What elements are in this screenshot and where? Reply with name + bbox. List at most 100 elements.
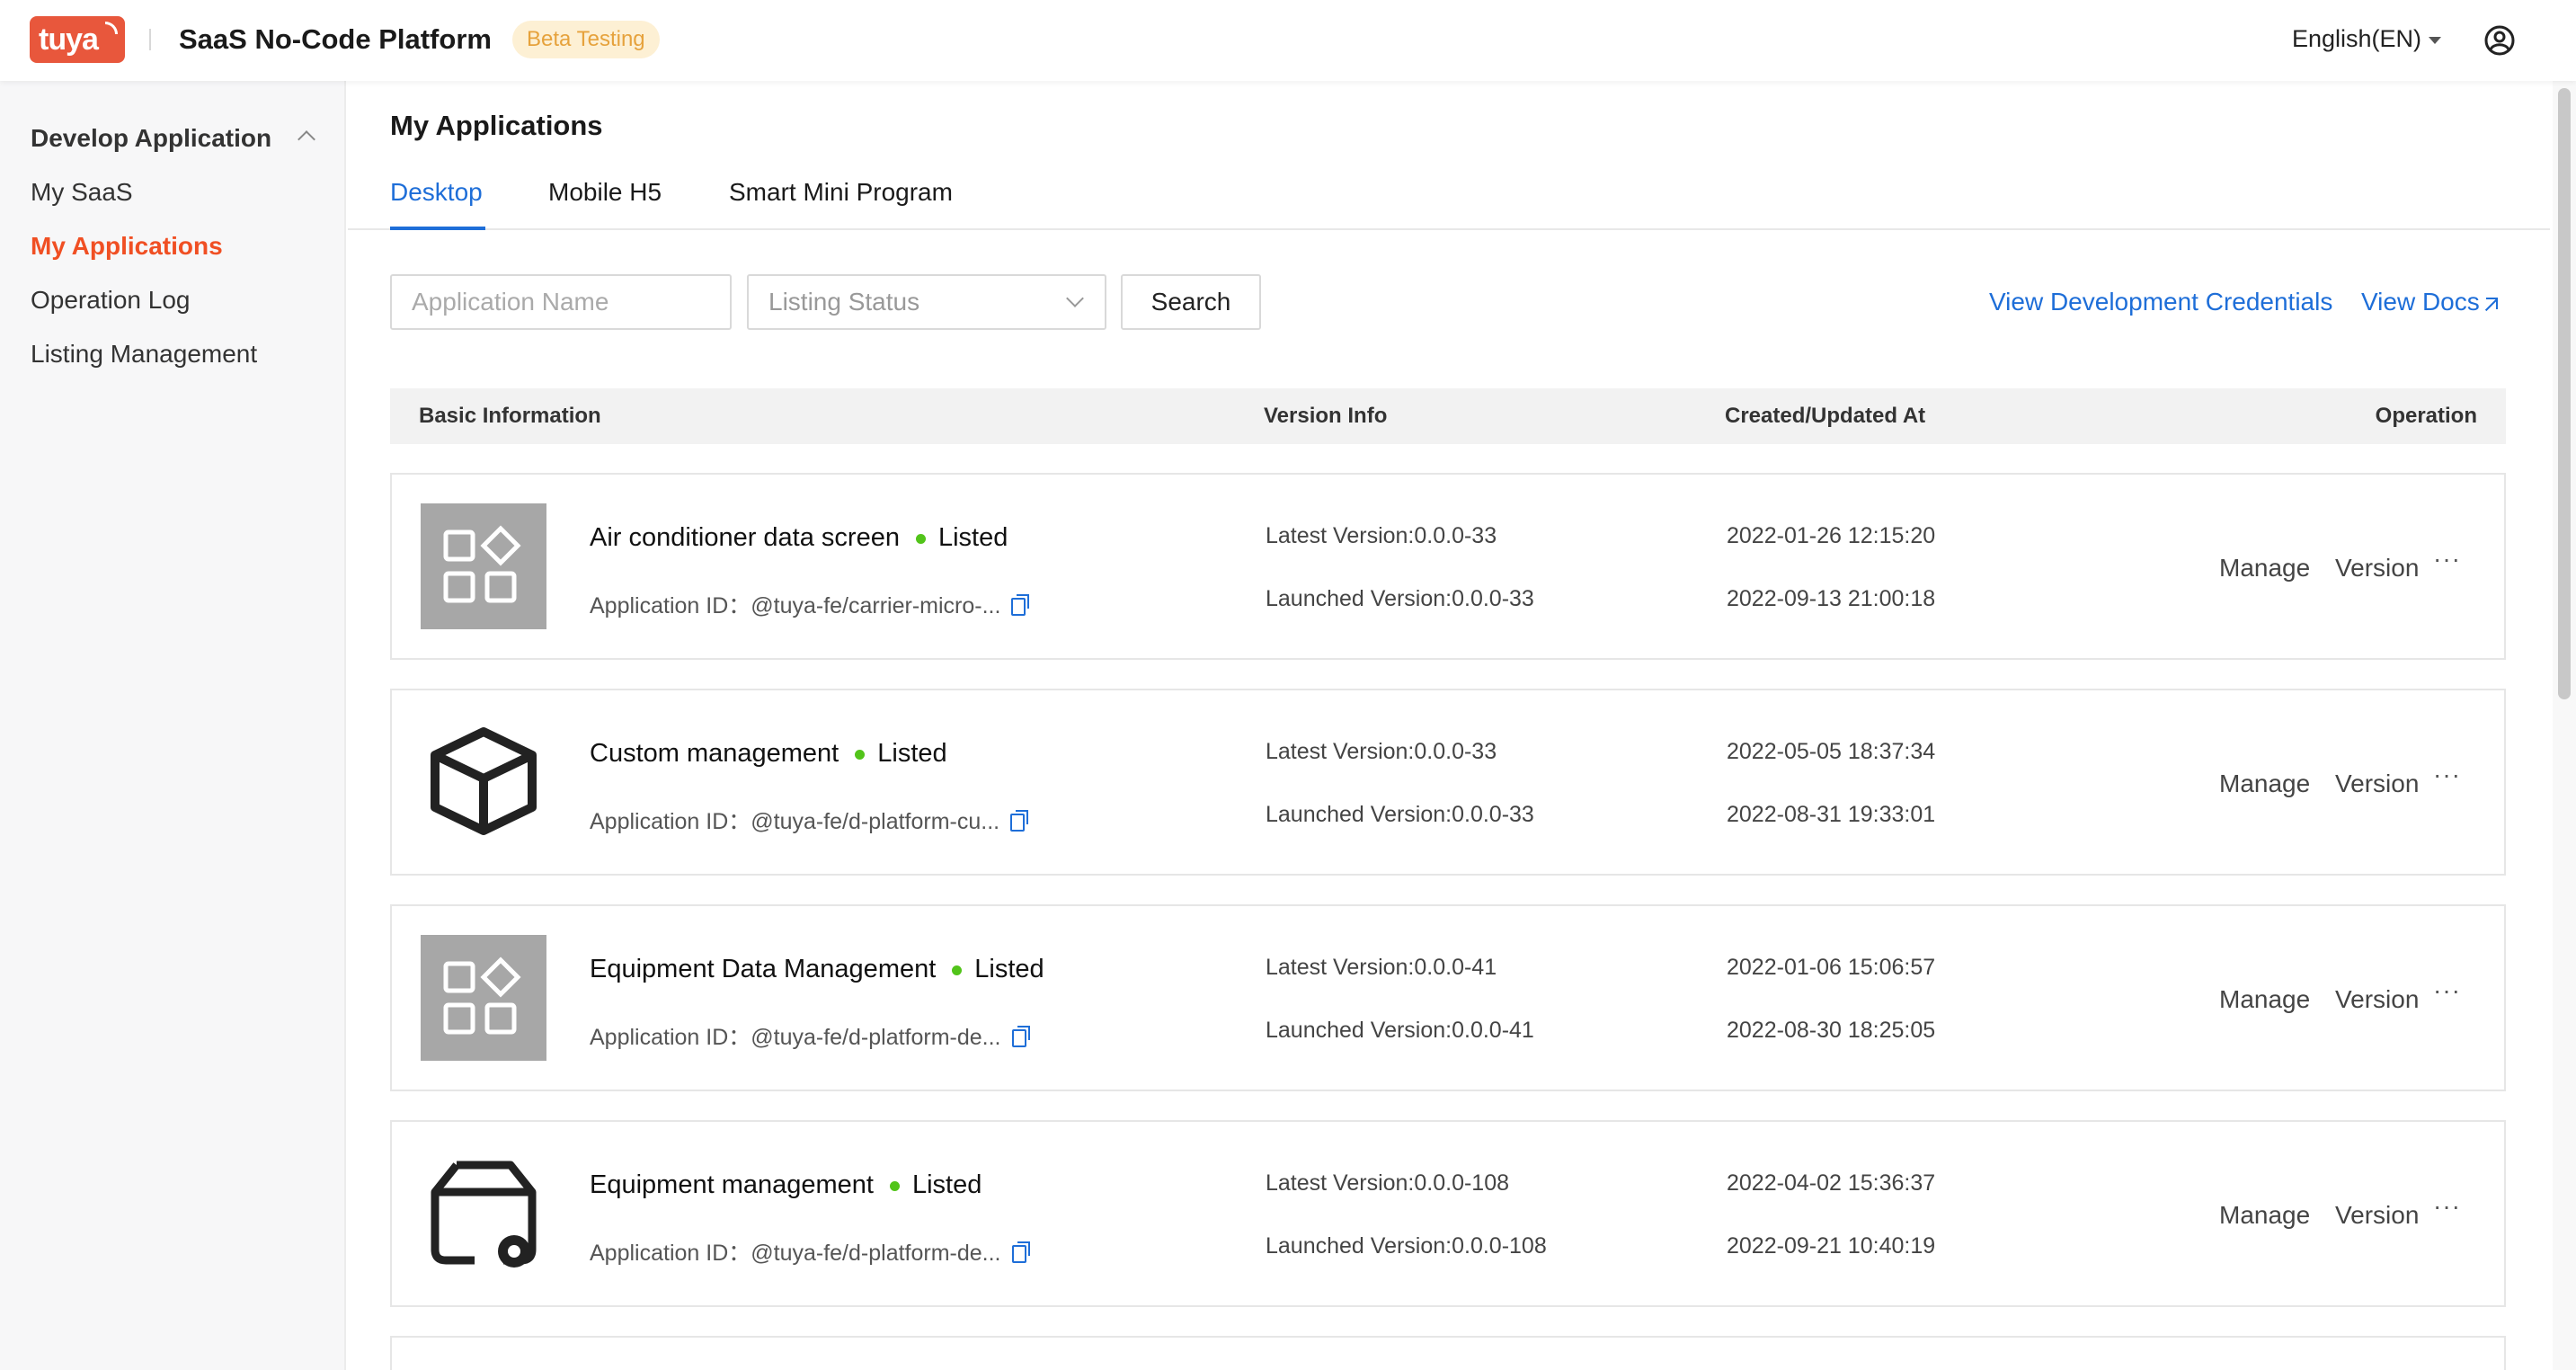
created-at: 2022-01-26 12:15:20 <box>1727 523 1936 548</box>
status-label: Listed <box>974 955 1044 983</box>
top-header: tuya SaaS No-Code Platform Beta Testing … <box>0 0 2576 81</box>
latest-version: Latest Version:0.0.0-108 <box>1266 1170 1510 1196</box>
status-dot <box>915 533 926 544</box>
application-name-input[interactable] <box>390 274 732 330</box>
more-actions-icon[interactable]: ··· <box>2433 761 2461 789</box>
device-settings-icon <box>421 1151 546 1277</box>
main-content: My Applications Desktop Mobile H5 Smart … <box>348 81 2550 1370</box>
header-divider <box>149 29 151 50</box>
table-row: Equipment Data Management Listed Applicat… <box>390 904 2506 1091</box>
more-actions-icon[interactable]: ··· <box>2433 976 2461 1005</box>
view-docs-link[interactable]: View Docs <box>2361 288 2498 316</box>
status-label: Listed <box>911 1170 982 1199</box>
application-name: Air conditioner data screen Listed <box>590 523 1008 553</box>
search-button[interactable]: Search <box>1121 274 1261 330</box>
updated-at: 2022-08-30 18:25:05 <box>1727 1018 1936 1043</box>
cube-icon <box>421 719 546 845</box>
chevron-down-icon <box>1066 289 1084 307</box>
application-name: Custom management Listed <box>590 739 947 769</box>
launched-version: Launched Version:0.0.0-33 <box>1266 586 1534 611</box>
app-name-text: Equipment management <box>590 1170 874 1199</box>
external-link-icon <box>2485 298 2498 310</box>
copy-icon[interactable] <box>1011 1241 1030 1264</box>
page-title: My Applications <box>390 110 603 141</box>
manage-button[interactable]: Manage <box>2219 554 2310 583</box>
manage-button[interactable]: Manage <box>2219 770 2310 798</box>
column-header-basic-information: Basic Information <box>419 404 601 428</box>
table-header: Basic Information Version Info Created/U… <box>390 388 2506 444</box>
language-selector[interactable]: English(EN) <box>2292 25 2442 53</box>
status-dot <box>855 749 866 760</box>
copy-icon[interactable] <box>1010 810 1029 832</box>
scrollbar-thumb[interactable] <box>2558 88 2571 699</box>
view-development-credentials-link[interactable]: View Development Credentials <box>1989 288 2332 316</box>
version-button[interactable]: Version <box>2335 985 2419 1014</box>
more-actions-icon[interactable]: ··· <box>2433 545 2461 574</box>
app-id-text: Application ID：@tuya-fe/d-platform-cu... <box>590 809 1000 834</box>
wifi-icon <box>105 22 118 34</box>
app-name-text: Custom management <box>590 739 839 768</box>
app-id-text: Application ID：@tuya-fe/d-platform-de... <box>590 1025 1001 1050</box>
user-account-icon[interactable] <box>2484 25 2515 56</box>
sidebar: Develop Application My SaaS My Applicati… <box>0 81 346 1370</box>
version-button[interactable]: Version <box>2335 554 2419 583</box>
status-dot <box>889 1180 900 1191</box>
language-label: English(EN) <box>2292 25 2422 52</box>
launched-version: Launched Version:0.0.0-33 <box>1266 802 1534 827</box>
status-label: Listed <box>877 739 947 768</box>
sidebar-group-label: Develop Application <box>31 124 272 152</box>
copy-icon[interactable] <box>1011 1026 1030 1048</box>
tuya-logo[interactable]: tuya <box>30 16 125 63</box>
application-id: Application ID：@tuya-fe/carrier-micro-..… <box>590 588 1030 620</box>
launched-version: Launched Version:0.0.0-108 <box>1266 1233 1547 1259</box>
column-header-version-info: Version Info <box>1264 404 1388 428</box>
tab-smart-mini-program[interactable]: Smart Mini Program <box>729 178 953 207</box>
app-id-text: Application ID：@tuya-fe/d-platform-de... <box>590 1241 1001 1266</box>
manage-button[interactable]: Manage <box>2219 1201 2310 1230</box>
version-button[interactable]: Version <box>2335 1201 2419 1230</box>
updated-at: 2022-09-13 21:00:18 <box>1727 586 1936 611</box>
app-name-text: Air conditioner data screen <box>590 523 900 552</box>
sidebar-group-develop-application[interactable]: Develop Application <box>31 124 316 153</box>
apps-grid-icon <box>421 503 546 629</box>
column-header-created-updated: Created/Updated At <box>1725 404 1926 428</box>
manage-button[interactable]: Manage <box>2219 985 2310 1014</box>
view-docs-label: View Docs <box>2361 288 2480 316</box>
sidebar-item-listing-management[interactable]: Listing Management <box>31 340 257 369</box>
application-id: Application ID：@tuya-fe/d-platform-de... <box>590 1235 1030 1268</box>
table-row: Equipment management Listed Application I… <box>390 1120 2506 1307</box>
launched-version: Launched Version:0.0.0-41 <box>1266 1018 1534 1043</box>
column-header-operation: Operation <box>2375 404 2477 428</box>
tab-desktop[interactable]: Desktop <box>390 178 483 207</box>
status-label: Listed <box>937 523 1008 552</box>
sidebar-item-operation-log[interactable]: Operation Log <box>31 286 190 315</box>
created-at: 2022-05-05 18:37:34 <box>1727 739 1936 764</box>
caret-down-icon <box>2429 36 2442 44</box>
listing-status-select[interactable]: Listing Status <box>747 274 1106 330</box>
latest-version: Latest Version:0.0.0-33 <box>1266 523 1497 548</box>
sidebar-item-my-applications[interactable]: My Applications <box>31 232 223 261</box>
platform-title: SaaS No-Code Platform <box>179 23 492 55</box>
logo-text: tuya <box>39 22 99 57</box>
application-id: Application ID：@tuya-fe/d-platform-de... <box>590 1019 1030 1052</box>
listing-status-placeholder: Listing Status <box>768 288 920 316</box>
created-at: 2022-01-06 15:06:57 <box>1727 955 1936 980</box>
latest-version: Latest Version:0.0.0-33 <box>1266 739 1497 764</box>
copy-icon[interactable] <box>1011 594 1030 617</box>
table-row: Custom management Listed Application ID：@… <box>390 689 2506 876</box>
version-button[interactable]: Version <box>2335 770 2419 798</box>
table-row: Air conditioner data screen Listed Applic… <box>390 473 2506 660</box>
created-at: 2022-04-02 15:36:37 <box>1727 1170 1936 1196</box>
apps-grid-icon <box>421 935 546 1061</box>
updated-at: 2022-08-31 19:33:01 <box>1727 802 1936 827</box>
sidebar-item-my-saas[interactable]: My SaaS <box>31 178 133 207</box>
tab-mobile-h5[interactable]: Mobile H5 <box>548 178 662 207</box>
table-row <box>390 1336 2506 1370</box>
active-tab-indicator <box>390 227 485 230</box>
application-name: Equipment management Listed <box>590 1170 982 1200</box>
app-name-text: Equipment Data Management <box>590 955 937 983</box>
beta-badge: Beta Testing <box>512 21 660 58</box>
vertical-scrollbar[interactable] <box>2553 81 2576 1370</box>
more-actions-icon[interactable]: ··· <box>2433 1192 2461 1221</box>
platform-tabs: Desktop Mobile H5 Smart Mini Program <box>348 171 2550 230</box>
